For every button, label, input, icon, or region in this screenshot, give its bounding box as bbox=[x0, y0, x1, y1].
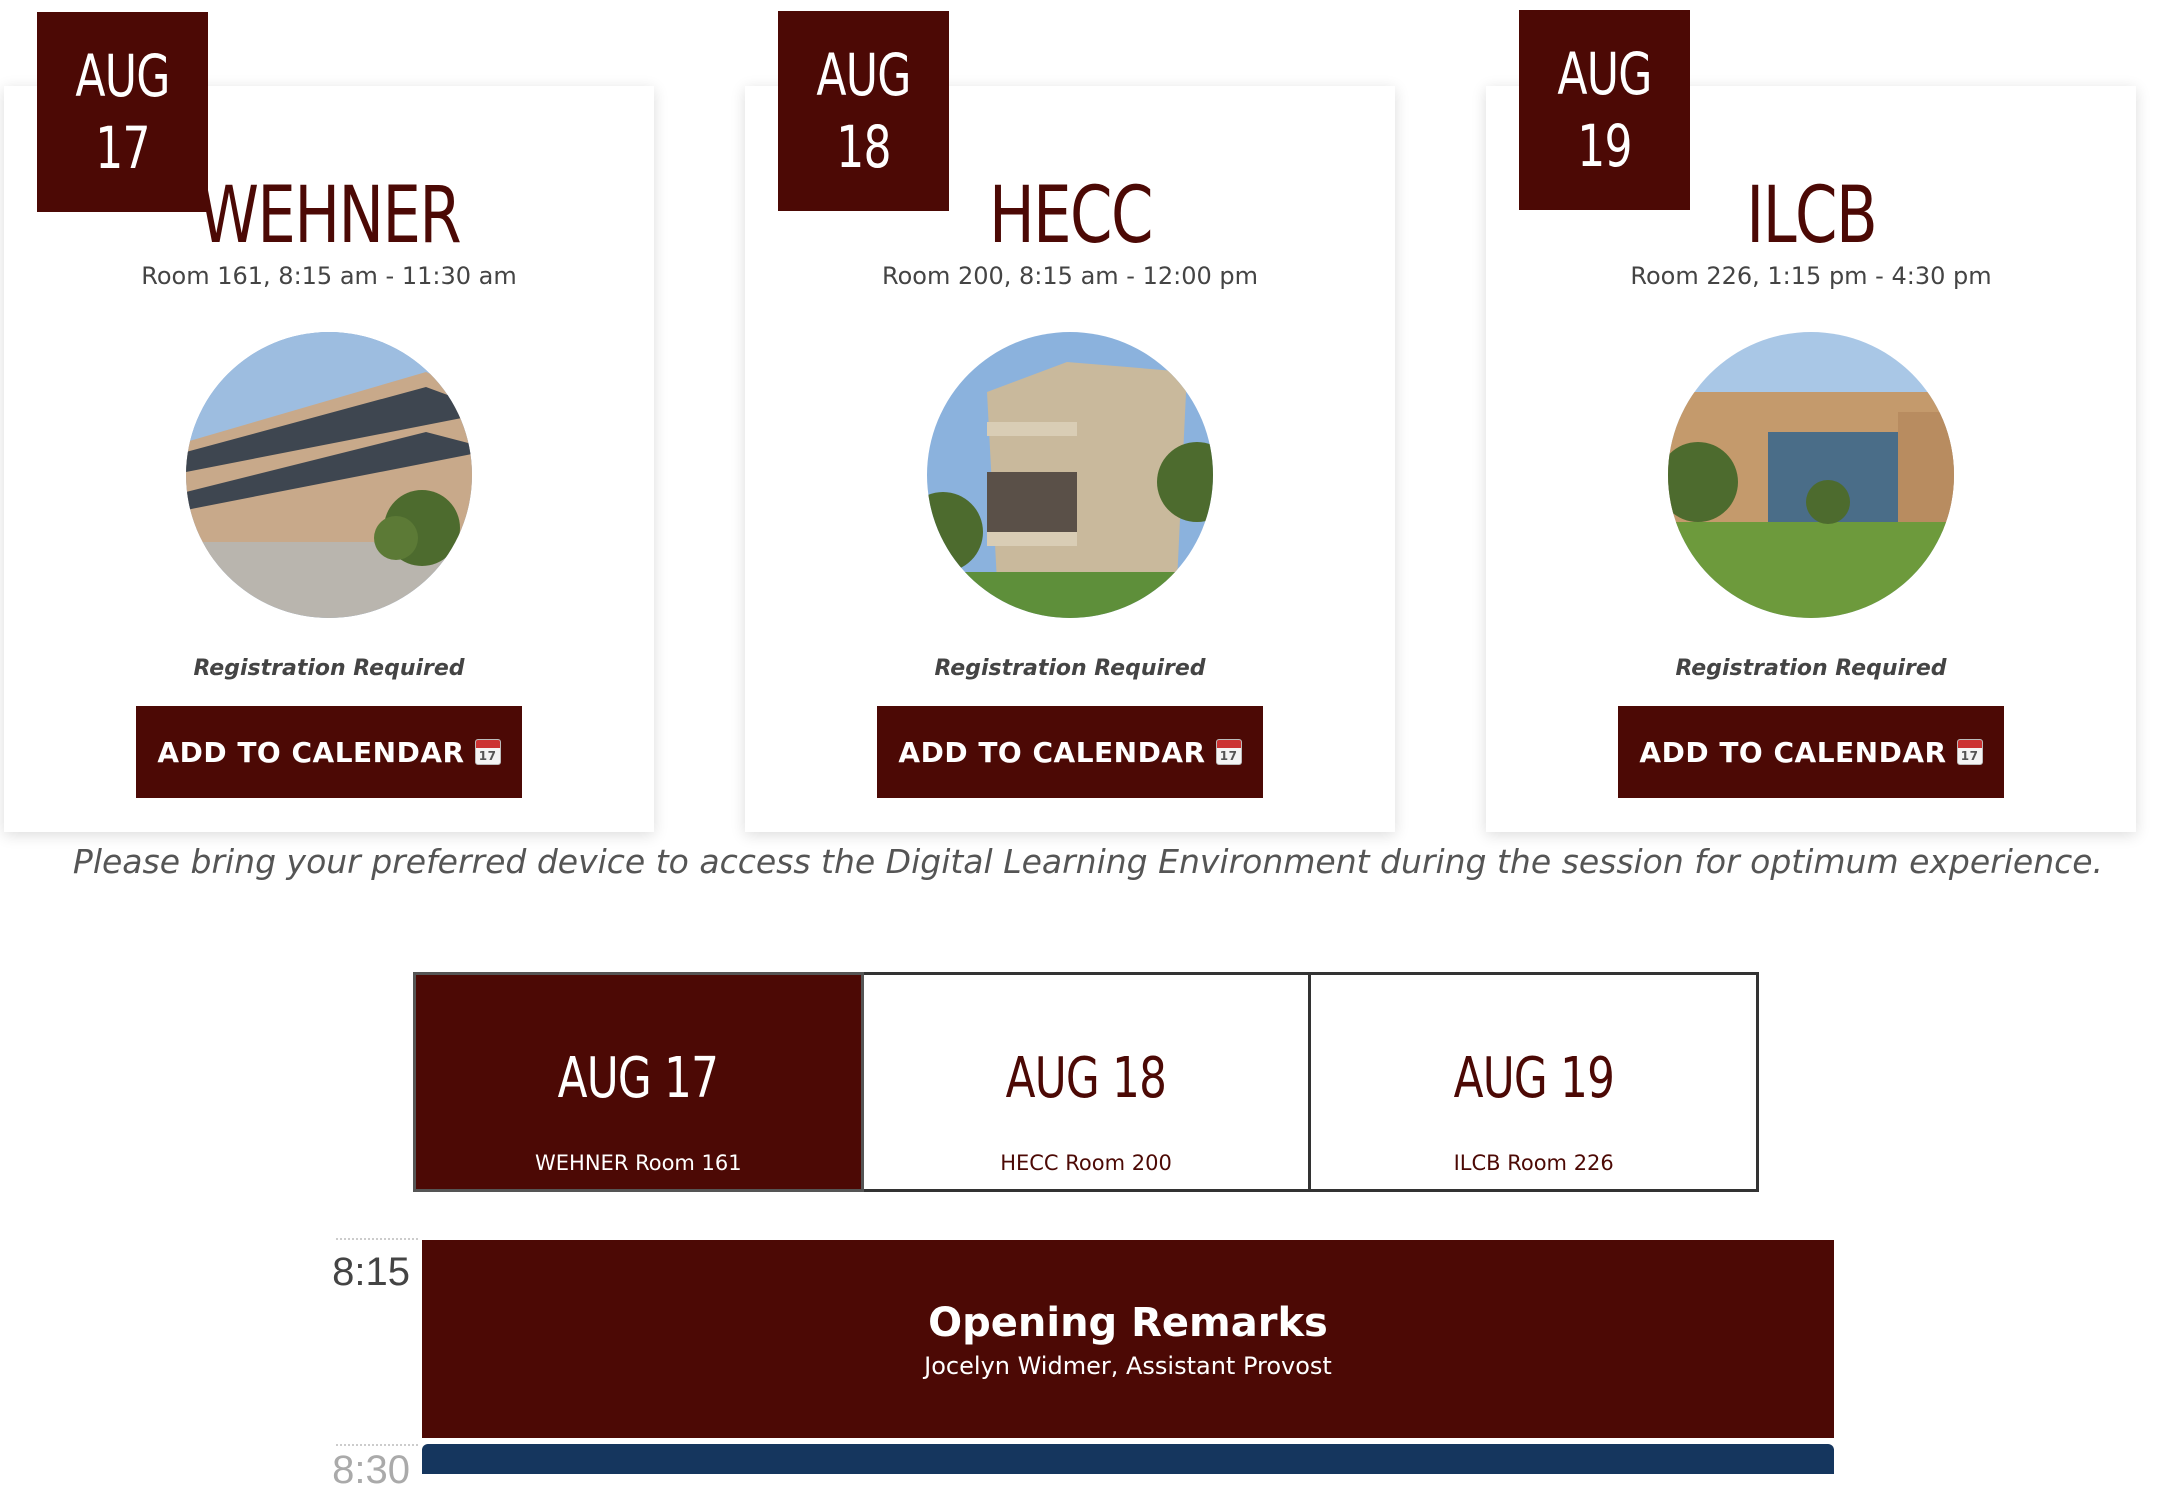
building-photo-wehner bbox=[186, 332, 472, 618]
schedule-event[interactable] bbox=[422, 1444, 1834, 1474]
tab-aug-19[interactable]: AUG 19 ILCB Room 226 bbox=[1311, 972, 1760, 1192]
tab-room: HECC Room 200 bbox=[1000, 1151, 1172, 1175]
room-time: Room 226, 1:15 pm - 4:30 pm bbox=[1630, 262, 1992, 290]
add-to-calendar-button[interactable]: ADD TO CALENDAR 17 bbox=[877, 706, 1263, 798]
schedule-event[interactable]: Opening Remarks Jocelyn Widmer, Assistan… bbox=[422, 1240, 1834, 1438]
time-label: 8:30 bbox=[332, 1448, 410, 1492]
room-time: Room 200, 8:15 am - 12:00 pm bbox=[882, 262, 1258, 290]
time-divider bbox=[336, 1238, 418, 1240]
button-label: ADD TO CALENDAR bbox=[157, 735, 465, 769]
date-badge: AUG 17 bbox=[37, 12, 208, 212]
building-photo-hecc bbox=[927, 332, 1213, 618]
event-subtitle: Jocelyn Widmer, Assistant Provost bbox=[924, 1352, 1332, 1380]
add-to-calendar-button[interactable]: ADD TO CALENDAR 17 bbox=[1618, 706, 2004, 798]
badge-day: 19 bbox=[1577, 112, 1632, 180]
tab-room: ILCB Room 226 bbox=[1453, 1151, 1614, 1175]
date-tabs: AUG 17 WEHNER Room 161 AUG 18 HECC Room … bbox=[413, 972, 1760, 1192]
tab-aug-18[interactable]: AUG 18 HECC Room 200 bbox=[863, 972, 1312, 1192]
registration-note: Registration Required bbox=[193, 656, 465, 681]
event-title: Opening Remarks bbox=[928, 1300, 1328, 1346]
time-divider bbox=[336, 1444, 418, 1446]
registration-note: Registration Required bbox=[934, 656, 1206, 681]
badge-month: AUG bbox=[1557, 40, 1652, 108]
date-badge: AUG 18 bbox=[778, 11, 949, 211]
calendar-icon: 17 bbox=[474, 739, 501, 765]
badge-day: 17 bbox=[95, 114, 150, 182]
badge-month: AUG bbox=[816, 41, 911, 109]
registration-note: Registration Required bbox=[1675, 656, 1947, 681]
date-badge: AUG 19 bbox=[1519, 10, 1690, 210]
room-time: Room 161, 8:15 am - 11:30 am bbox=[141, 262, 517, 290]
tab-date: AUG 19 bbox=[1453, 1046, 1614, 1111]
add-to-calendar-button[interactable]: ADD TO CALENDAR 17 bbox=[136, 706, 522, 798]
device-note: Please bring your preferred device to ac… bbox=[72, 842, 2104, 881]
calendar-icon: 17 bbox=[1956, 739, 1983, 765]
badge-month: AUG bbox=[75, 42, 170, 110]
button-label: ADD TO CALENDAR bbox=[898, 735, 1206, 769]
building-photo-ilcb bbox=[1668, 332, 1954, 618]
tab-date: AUG 18 bbox=[1005, 1046, 1167, 1111]
time-label: 8:15 bbox=[332, 1250, 410, 1294]
button-label: ADD TO CALENDAR bbox=[1639, 735, 1947, 769]
tab-aug-17[interactable]: AUG 17 WEHNER Room 161 bbox=[413, 972, 864, 1192]
calendar-icon: 17 bbox=[1215, 739, 1242, 765]
tab-date: AUG 17 bbox=[558, 1046, 719, 1111]
badge-day: 18 bbox=[836, 113, 891, 181]
tab-room: WEHNER Room 161 bbox=[535, 1151, 742, 1175]
